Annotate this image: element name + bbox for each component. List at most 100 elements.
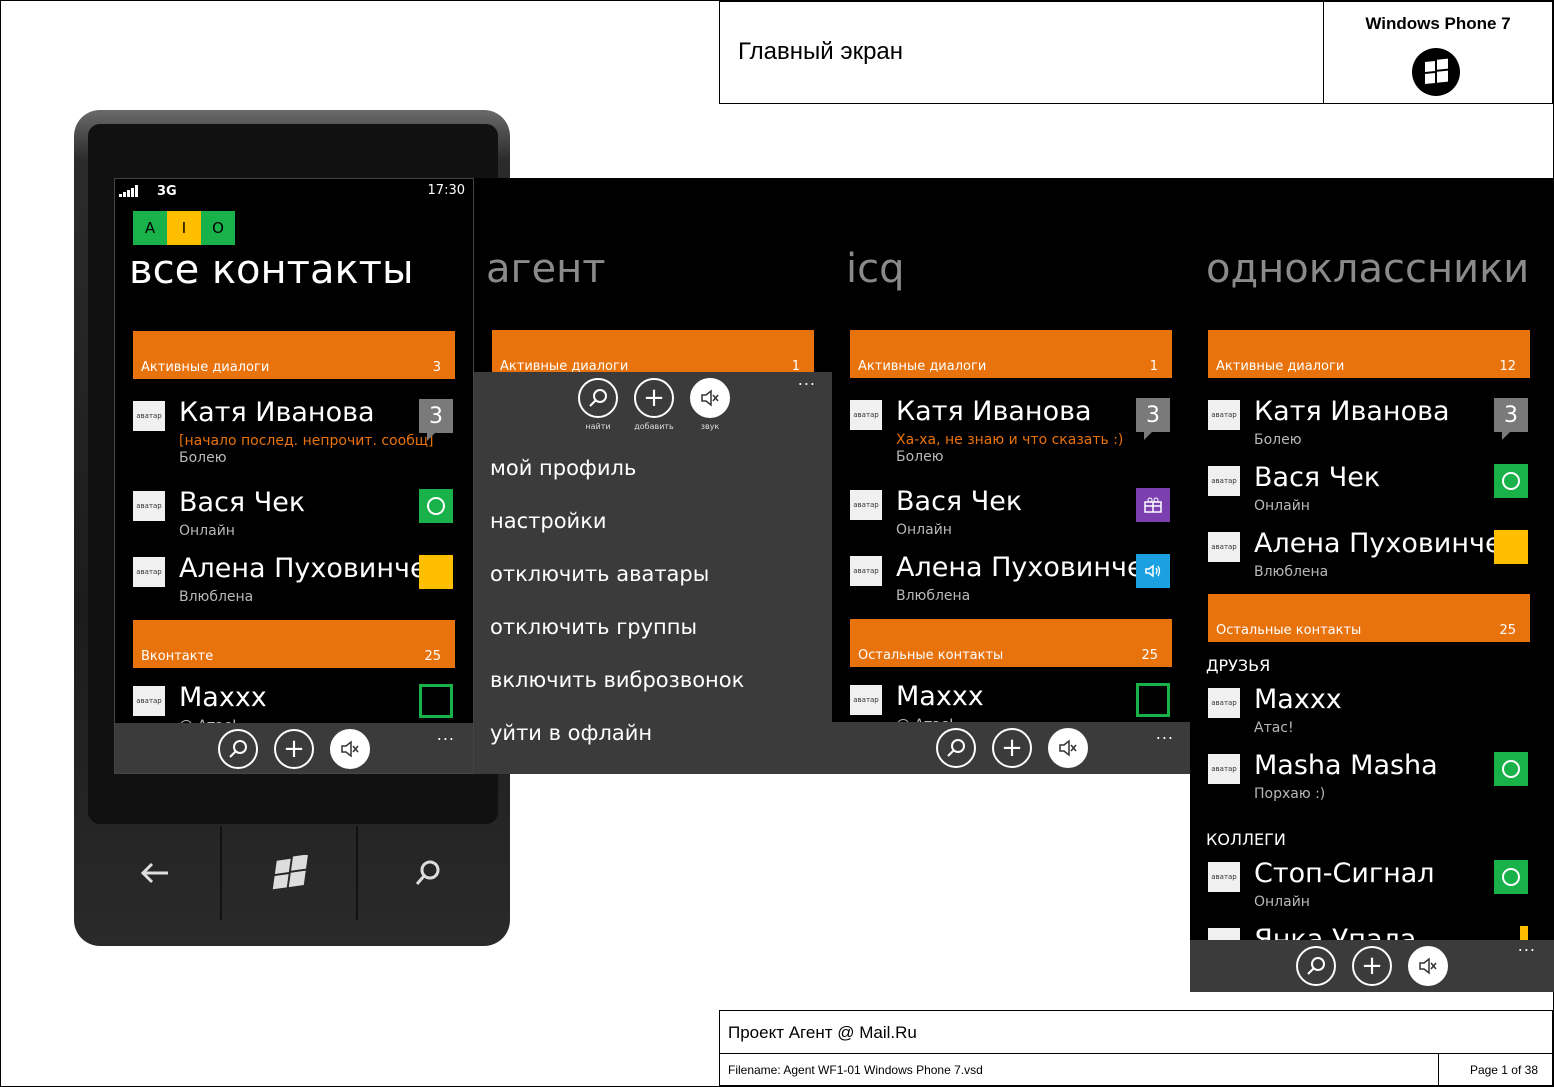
contact-item[interactable]: аватар Катя Иванова [начало послед. непр… [133,397,457,466]
search-button[interactable] [362,826,494,920]
away-status-icon [419,555,453,589]
windows-logo-icon [1412,48,1460,96]
phone-hardware-buttons [90,826,496,920]
mute-icon [341,740,359,758]
search-icon [1307,957,1325,975]
panorama-title: агент [486,246,606,292]
group-header[interactable]: Вконтакте 25 [133,620,455,668]
group-header[interactable]: Активные диалоги 1 [850,330,1172,378]
menu-item-profile[interactable]: мой профиль [490,456,636,480]
contact-message: [начало послед. непрочит. сообщ] [179,433,434,449]
network-type: 3G [157,184,177,199]
contact-name: Masha Masha [1254,750,1438,781]
sound-button[interactable] [1048,728,1088,768]
contact-status: Онлайн [896,522,952,538]
plus-icon: + [1361,951,1383,981]
online-status-icon [1494,464,1528,498]
contact-name: Maxxx [896,681,984,712]
filename-block: Filename: Agent WF1-01 Windows Phone 7.v… [719,1053,1439,1086]
group-count: 3 [432,360,441,375]
unread-badge: 3 [419,399,453,441]
mute-icon [701,389,719,407]
menu-item-vibration[interactable]: включить виброзвонок [490,668,744,692]
more-button[interactable]: ... [798,370,816,389]
more-button[interactable]: ... [437,725,455,744]
group-header[interactable]: Остальные контакты 25 [1208,594,1530,642]
windows-start-icon [272,855,308,890]
contact-item[interactable]: аватар Стоп-Сигнал Онлайн [1208,858,1532,924]
plus-icon: + [1001,733,1023,763]
contact-status: Влюблена [896,588,971,604]
add-button[interactable]: + [1352,946,1392,986]
search-button[interactable] [578,378,618,418]
avatar: аватар [133,686,165,716]
back-button[interactable] [90,826,222,920]
app-bar: + ... [1190,936,1554,992]
platform-name: Windows Phone 7 [1365,14,1511,33]
sound-button[interactable] [690,378,730,418]
page-number-block: Page 1 of 38 [1438,1053,1553,1086]
offline-status-icon [419,684,453,718]
screen-all-contacts: 3G 17:30 A I O все контакты Активные диа… [114,178,474,774]
contact-name: Вася Чек [1254,462,1381,493]
online-status-icon [419,489,453,523]
aio-a[interactable]: A [133,211,167,245]
contact-name: Катя Иванова [1254,396,1450,427]
more-button[interactable]: ... [1518,936,1536,955]
aio-i[interactable]: I [167,211,201,245]
group-name: Активные диалоги [858,359,987,374]
status-bar: 3G 17:30 [115,179,473,205]
contact-item[interactable]: аватар Алена Пуховинче Влюблена [850,552,1174,618]
contact-item[interactable]: аватар Вася Чек Онлайн [133,487,457,553]
contact-item[interactable]: аватар Masha Masha Порхаю :) [1208,750,1532,816]
screen-icq: icq Активные диалоги 1 аватар Катя Ивано… [832,178,1192,774]
contact-item[interactable]: аватар Катя Иванова Болею 3 [1208,396,1532,462]
group-name: Активные диалоги [1216,359,1345,374]
aio-o[interactable]: O [201,211,235,245]
contact-item[interactable]: аватар Катя Иванова Ха-ха, не знаю и что… [850,396,1174,465]
contact-item[interactable]: аватар Алена Пуховинче Влюблена [133,553,457,619]
contact-message: Ха-ха, не знаю и что сказать :) [896,432,1124,448]
add-button[interactable]: + [634,378,674,418]
search-button[interactable] [936,728,976,768]
start-button[interactable] [226,826,358,920]
sound-label: звук [700,422,720,431]
search-button[interactable] [1296,946,1336,986]
contact-status: Порхаю :) [1254,786,1326,802]
menu-item-disable-avatars[interactable]: отключить аватары [490,562,709,586]
panorama-title: все контакты [129,247,414,293]
menu-item-settings[interactable]: настройки [490,509,607,533]
aio-switcher[interactable]: A I O [133,211,235,245]
contact-name: Вася Чек [896,486,1023,517]
search-icon [589,389,607,407]
group-name: Остальные контакты [1216,623,1362,638]
search-button[interactable] [218,729,258,769]
contact-item[interactable]: аватар Вася Чек Онлайн [1208,462,1532,528]
group-name: Активные диалоги [141,360,270,375]
search-label: найти [585,422,611,431]
contact-item[interactable]: аватар Алена Пуховинче Влюблена [1208,528,1532,594]
group-header[interactable]: Активные диалоги 12 [1208,330,1530,378]
more-button[interactable]: ... [1156,724,1174,743]
group-name: Вконтакте [141,649,214,664]
group-header[interactable]: Активные диалоги 3 [133,331,455,379]
sound-button[interactable] [1408,946,1448,986]
contact-item[interactable]: аватар Maxxx Атас! [1208,684,1532,750]
group-count: 25 [1141,648,1158,663]
avatar: аватар [1208,862,1240,892]
contact-item[interactable]: аватар Вася Чек Онлайн [850,486,1174,552]
avatar: аватар [850,400,882,430]
group-header[interactable]: Активные диалоги 1 [492,330,814,378]
add-button[interactable]: + [274,729,314,769]
group-count: 1 [1149,359,1158,374]
avatar: аватар [850,490,882,520]
signal-icon [119,185,141,201]
menu-item-disable-groups[interactable]: отключить группы [490,615,697,639]
online-status-icon [1494,752,1528,786]
sound-button[interactable] [330,729,370,769]
add-button[interactable]: + [992,728,1032,768]
menu-item-go-offline[interactable]: уйти в офлайн [490,721,652,745]
avatar: аватар [850,685,882,715]
contact-status: Онлайн [1254,894,1310,910]
group-header[interactable]: Остальные контакты 25 [850,619,1172,667]
